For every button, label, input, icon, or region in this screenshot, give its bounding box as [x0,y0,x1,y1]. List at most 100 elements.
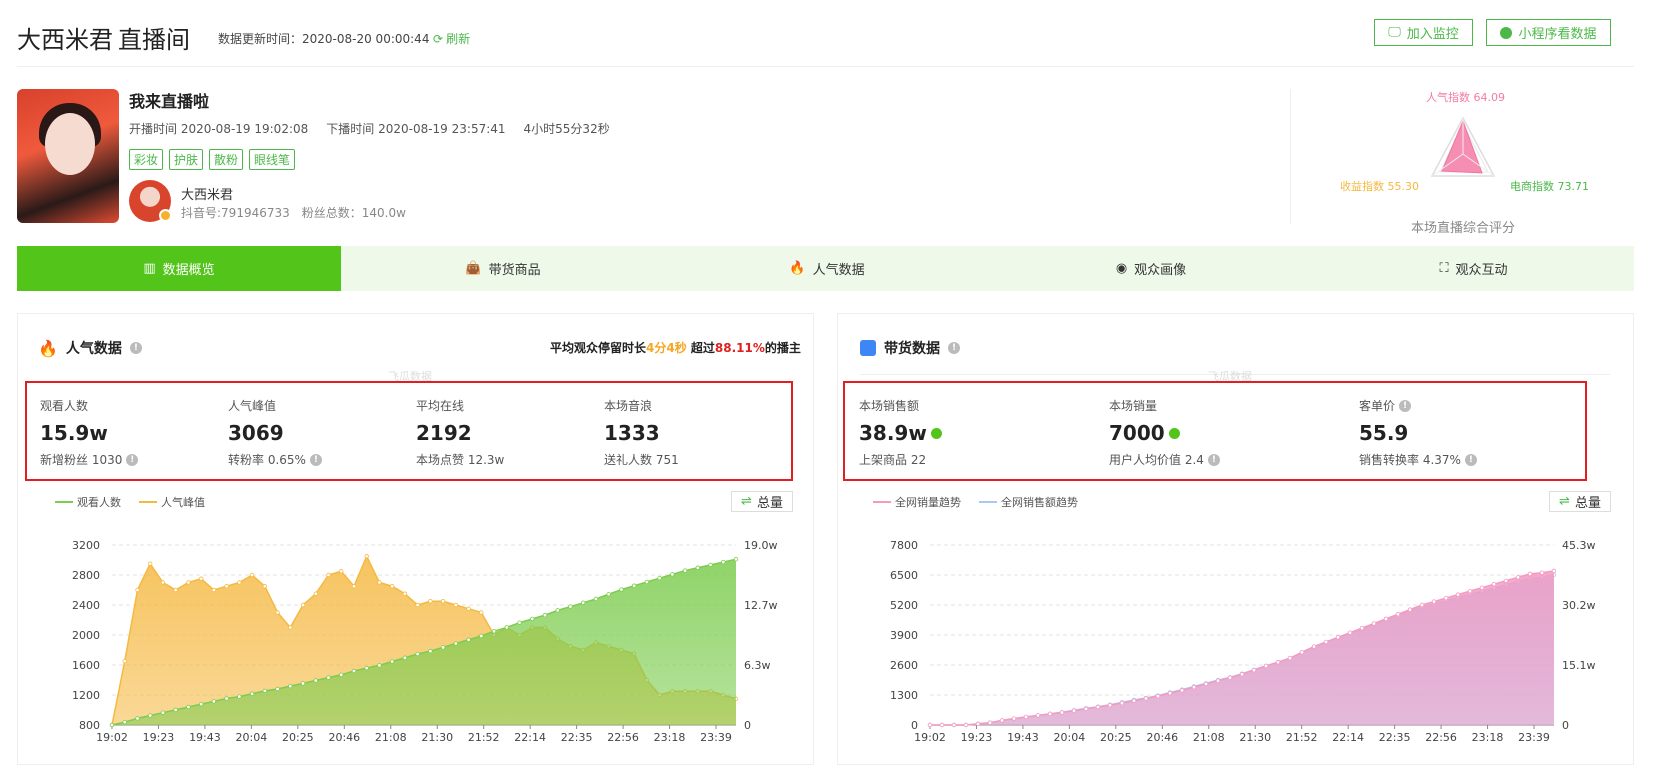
x-tick-label: 19:43 [189,731,221,744]
data-point [186,704,191,710]
x-tick-label: 19:02 [96,731,128,744]
data-point [351,668,357,674]
refresh-label: 刷新 [446,32,471,46]
y-tick-label: 3200 [72,539,100,552]
data-point [1491,582,1497,587]
data-point [440,645,446,650]
metric-value: 55.9 [1359,421,1409,445]
info-icon[interactable]: ! [1207,453,1220,466]
data-point [1071,708,1077,713]
popularity-panel-title: 🔥 人气数据 ! [38,338,142,358]
tag[interactable]: 眼线笔 [249,149,296,170]
x-tick-label: 21:08 [375,731,407,744]
add-monitor-label: 加入监控 [1406,27,1459,42]
metric-sub-text: 转粉率 0.65% [228,453,306,467]
verified-icon [1168,427,1180,439]
score-caption: 本场直播综合评分 [1411,221,1516,236]
data-point [1119,700,1125,706]
live-cover-image[interactable] [17,89,119,223]
legend-viewers[interactable]: 观看人数 [55,494,121,510]
total-toggle-button[interactable]: ⇌ 总量 [731,491,793,512]
x-tick-label: 20:25 [1100,731,1132,744]
data-point [453,641,459,646]
data-point [389,584,395,589]
data-point [657,575,662,581]
data-point [1419,602,1425,608]
legend-volume[interactable]: 全网销量趋势 [873,494,961,510]
x-tick-label: 21:52 [468,731,500,744]
data-point [326,675,331,680]
metric-avg-online: 平均在线 2192 本场点赞 12.3w [416,397,504,468]
tab-label: 人气数据 [812,263,865,278]
add-monitor-button[interactable]: 🖵 加入监控 [1374,19,1473,46]
mini-program-button[interactable]: 小程序看数据 [1486,19,1611,46]
metric-value: 2192 [416,421,472,445]
y-tick-label: 2400 [72,599,100,612]
sales-chart: 0130026003900520065007800015.1w30.2w45.3… [890,539,1596,744]
data-point [326,572,331,578]
data-point [224,696,229,701]
legend-label: 全网销售额趋势 [1001,496,1078,509]
tab-audience[interactable]: ◉ 观众画像 [989,246,1313,291]
x-tick-label: 21:30 [1239,731,1271,744]
tag[interactable]: 彩妆 [129,149,164,170]
tab-overview[interactable]: ▥ 数据概览 [17,246,341,291]
data-point [173,707,178,713]
data-point [224,584,229,589]
data-point [631,583,637,588]
data-point [619,587,624,592]
anchor-name[interactable]: 大西米君 [181,184,233,203]
data-point [708,562,713,568]
tab-label: 观众互动 [1455,263,1508,278]
data-point [262,584,268,589]
metric-sub-text: 用户人均价值 2.4 [1109,453,1204,467]
data-point [135,716,140,721]
metric-sales-volume: 本场销量 7000 用户人均价值 2.4! [1109,397,1220,468]
y-tick-label: 1600 [72,659,100,672]
x-tick-label: 20:46 [328,731,360,744]
info-icon[interactable]: ! [1464,453,1477,466]
tab-popularity[interactable]: 🔥 人气数据 [665,246,989,291]
tag[interactable]: 护肤 [169,149,204,170]
tab-products[interactable]: 👜 带货商品 [341,246,665,291]
legend-peak[interactable]: 人气峰值 [139,494,205,510]
refresh-button[interactable]: ⟳ 刷新 [433,30,470,47]
data-point [288,625,293,630]
y-right-tick-label: 0 [744,719,751,732]
data-point [1143,696,1149,701]
tag[interactable]: 散粉 [209,149,244,170]
data-point [517,620,522,625]
live-times: 开播时间 2020-08-19 19:02:08 下播时间 2020-08-19… [129,120,610,137]
data-point [1539,570,1545,575]
info-icon[interactable]: ! [948,342,960,354]
info-icon[interactable]: ! [129,342,142,354]
data-point [1203,681,1209,687]
sales-panel-title: 带货数据 ! [860,338,960,358]
info-icon[interactable]: ! [309,453,322,466]
data-point [135,587,140,593]
data-point [1167,690,1173,696]
metric-sub-text: 新增粉丝 1030 [40,453,123,467]
data-point [249,572,255,578]
data-point [1263,663,1269,669]
data-point [1287,655,1293,661]
x-tick-label: 19:23 [961,731,993,744]
legend-amount[interactable]: 全网销售额趋势 [979,494,1078,510]
data-point [160,580,166,585]
data-point [313,678,318,683]
tab-interaction[interactable]: ⛶ 观众互动 [1313,246,1634,291]
total-toggle-button[interactable]: ⇌ 总量 [1549,491,1611,512]
data-point [1095,704,1101,710]
sales-legend: 全网销量趋势 全网销售额趋势 [873,494,1078,510]
data-point [1179,688,1185,693]
info-icon[interactable]: ! [126,453,139,466]
x-tick-label: 21:52 [1286,731,1318,744]
data-point [300,602,306,608]
data-point [160,710,166,715]
info-icon[interactable]: ! [1399,399,1412,412]
data-point [999,718,1005,723]
x-tick-label: 23:39 [1518,731,1550,744]
popularity-index: 人气指数 64.09 [1426,91,1505,104]
data-point [542,612,548,618]
y-right-tick-label: 30.2w [1562,599,1596,612]
